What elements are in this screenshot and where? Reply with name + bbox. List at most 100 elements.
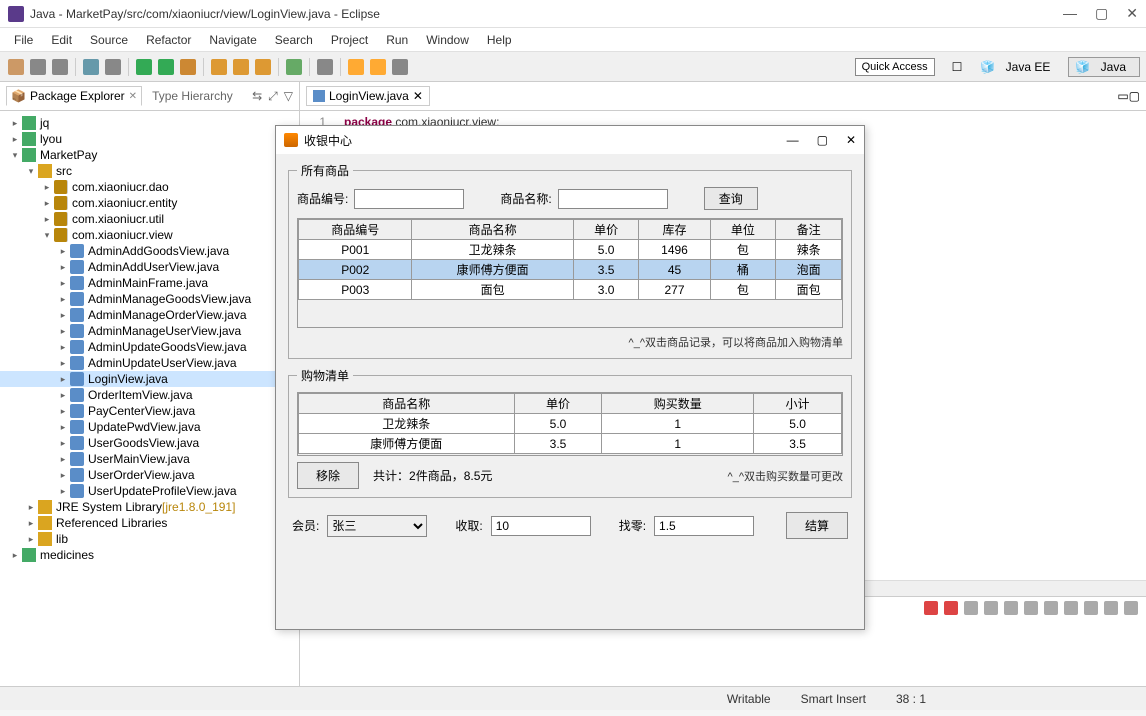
menu-edit[interactable]: Edit: [43, 30, 80, 50]
tree-file[interactable]: ▸AdminManageGoodsView.java: [0, 291, 299, 307]
menu-navigate[interactable]: Navigate: [201, 30, 264, 50]
coverage-icon[interactable]: [180, 59, 196, 75]
new-icon[interactable]: [8, 59, 24, 75]
editor-tab-loginview[interactable]: LoginView.java ✕: [306, 86, 430, 106]
open-type-icon[interactable]: [105, 59, 121, 75]
minimize-button[interactable]: —: [1063, 5, 1077, 22]
tree-pkg-entity[interactable]: ▸com.xiaoniucr.entity: [0, 195, 299, 211]
link-editor-icon[interactable]: ⤢: [268, 89, 278, 104]
editor-max-icon[interactable]: ▢: [1129, 89, 1140, 103]
tree-file[interactable]: ▸AdminManageUserView.java: [0, 323, 299, 339]
tree-file[interactable]: ▸AdminManageOrderView.java: [0, 307, 299, 323]
tree-file[interactable]: ▸LoginView.java: [0, 371, 299, 387]
table-header[interactable]: 库存: [639, 220, 710, 240]
tree-file[interactable]: ▸AdminAddGoodsView.java: [0, 243, 299, 259]
console-max-icon[interactable]: [1124, 601, 1138, 615]
tree-file[interactable]: ▸UserUpdateProfileView.java: [0, 483, 299, 499]
settle-button[interactable]: 结算: [786, 512, 848, 539]
remove-terminated-icon[interactable]: [944, 601, 958, 615]
console-icon7[interactable]: [1084, 601, 1098, 615]
dialog-minimize-button[interactable]: —: [787, 133, 799, 147]
debug-icon[interactable]: [136, 59, 152, 75]
run-icon[interactable]: [158, 59, 174, 75]
back-icon[interactable]: [348, 59, 364, 75]
new-package-icon[interactable]: [211, 59, 227, 75]
tree-src[interactable]: ▾src: [0, 163, 299, 179]
nav-icon[interactable]: [392, 59, 408, 75]
perspective-java[interactable]: 🧊 Java: [1068, 57, 1140, 77]
close-button[interactable]: ✕: [1126, 5, 1138, 22]
tab-type-hierarchy[interactable]: Type Hierarchy: [152, 89, 233, 103]
table-row[interactable]: P002康师傅方便面3.545桶泡面: [299, 260, 842, 280]
table-header[interactable]: 小计: [754, 394, 842, 414]
tree-lib[interactable]: ▸lib: [0, 531, 299, 547]
table-row[interactable]: 卫龙辣条5.015.0: [299, 414, 842, 434]
close-tab-icon[interactable]: ✕: [129, 91, 137, 102]
code-input[interactable]: [354, 189, 464, 209]
name-input[interactable]: [558, 189, 668, 209]
table-header[interactable]: 单价: [514, 394, 602, 414]
terminate-icon[interactable]: [924, 601, 938, 615]
menu-run[interactable]: Run: [378, 30, 416, 50]
table-row[interactable]: 康师傅方便面3.513.5: [299, 434, 842, 454]
receive-input[interactable]: [491, 516, 591, 536]
menu-file[interactable]: File: [6, 30, 41, 50]
console-icon4[interactable]: [1024, 601, 1038, 615]
tree-file[interactable]: ▸UserGoodsView.java: [0, 435, 299, 451]
query-button[interactable]: 查询: [704, 187, 758, 210]
tab-package-explorer[interactable]: 📦 Package Explorer ✕: [6, 86, 142, 106]
tree-file[interactable]: ▸AdminUpdateGoodsView.java: [0, 339, 299, 355]
tree-file[interactable]: ▸PayCenterView.java: [0, 403, 299, 419]
console-icon6[interactable]: [1064, 601, 1078, 615]
table-header[interactable]: 商品名称: [412, 220, 573, 240]
menu-refactor[interactable]: Refactor: [138, 30, 199, 50]
new-folder-icon[interactable]: [255, 59, 271, 75]
perspective-javaee[interactable]: 🧊 Java EE: [973, 57, 1064, 77]
tree-project-jq[interactable]: ▸jq: [0, 115, 299, 131]
tree-file[interactable]: ▸UpdatePwdView.java: [0, 419, 299, 435]
menu-help[interactable]: Help: [479, 30, 520, 50]
dialog-close-button[interactable]: ✕: [846, 133, 856, 147]
console-icon2[interactable]: [984, 601, 998, 615]
console-min-icon[interactable]: [1104, 601, 1118, 615]
tree-pkg-dao[interactable]: ▸com.xiaoniucr.dao: [0, 179, 299, 195]
member-select[interactable]: 张三: [327, 515, 427, 537]
tree-pkg-view[interactable]: ▾com.xiaoniucr.view: [0, 227, 299, 243]
console-icon5[interactable]: [1044, 601, 1058, 615]
table-header[interactable]: 单价: [573, 220, 639, 240]
table-header[interactable]: 购买数量: [602, 394, 754, 414]
dialog-maximize-button[interactable]: ▢: [817, 133, 828, 147]
tree-file[interactable]: ▸OrderItemView.java: [0, 387, 299, 403]
tree-project-medicines[interactable]: ▸medicines: [0, 547, 299, 563]
tree-project-marketpay[interactable]: ▾MarketPay: [0, 147, 299, 163]
quick-access[interactable]: Quick Access: [855, 58, 935, 76]
forward-icon[interactable]: [370, 59, 386, 75]
open-perspective-icon[interactable]: ☐: [945, 57, 970, 77]
cart-table-wrap[interactable]: 商品名称单价购买数量小计 卫龙辣条5.015.0康师傅方便面3.513.5: [297, 392, 843, 456]
tree-jre[interactable]: ▸JRE System Library [jre1.8.0_191]: [0, 499, 299, 515]
console-icon[interactable]: [964, 601, 978, 615]
menu-source[interactable]: Source: [82, 30, 136, 50]
table-row[interactable]: P003面包3.0277包面包: [299, 280, 842, 300]
change-input[interactable]: [654, 516, 754, 536]
tree-project-lyou[interactable]: ▸lyou: [0, 131, 299, 147]
search-icon[interactable]: [286, 59, 302, 75]
tree-reflib[interactable]: ▸Referenced Libraries: [0, 515, 299, 531]
table-row[interactable]: P001卫龙辣条5.01496包辣条: [299, 240, 842, 260]
editor-min-icon[interactable]: ▭: [1117, 89, 1128, 103]
table-header[interactable]: 商品名称: [299, 394, 515, 414]
save-all-icon[interactable]: [52, 59, 68, 75]
tree-file[interactable]: ▸UserOrderView.java: [0, 467, 299, 483]
maximize-button[interactable]: ▢: [1095, 5, 1108, 22]
tree-file[interactable]: ▸AdminUpdateUserView.java: [0, 355, 299, 371]
toggle-icon[interactable]: [317, 59, 333, 75]
tree-pkg-util[interactable]: ▸com.xiaoniucr.util: [0, 211, 299, 227]
menu-project[interactable]: Project: [323, 30, 376, 50]
table-header[interactable]: 商品编号: [299, 220, 412, 240]
collapse-all-icon[interactable]: ⇆: [252, 89, 262, 104]
package-tree[interactable]: ▸jq ▸lyou ▾MarketPay ▾src ▸com.xiaoniucr…: [0, 111, 299, 686]
build-icon[interactable]: [83, 59, 99, 75]
menu-search[interactable]: Search: [267, 30, 321, 50]
console-icon3[interactable]: [1004, 601, 1018, 615]
goods-table-wrap[interactable]: 商品编号商品名称单价库存单位备注 P001卫龙辣条5.01496包辣条P002康…: [297, 218, 843, 328]
